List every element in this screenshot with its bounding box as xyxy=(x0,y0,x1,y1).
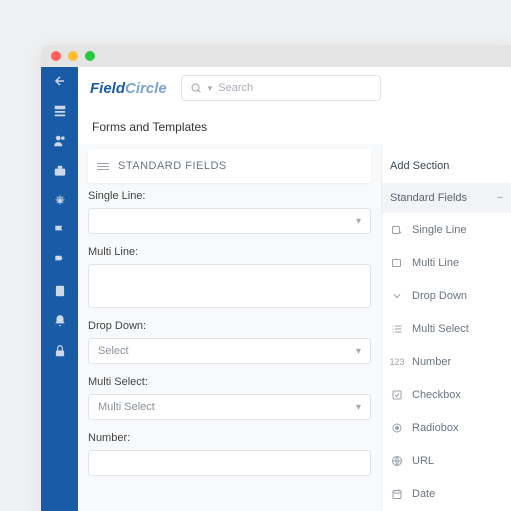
content: STANDARD FIELDS Single Line: ▾ Multi Lin… xyxy=(78,144,511,511)
radio-icon xyxy=(390,421,404,435)
topbar: FieldCircle ▾ xyxy=(78,67,511,109)
bell-icon[interactable] xyxy=(52,313,68,329)
checkbox-icon xyxy=(390,388,404,402)
dashboard-icon[interactable] xyxy=(52,103,68,119)
minus-icon[interactable]: − xyxy=(497,192,503,204)
multi-line-icon xyxy=(390,256,404,270)
dropdown-icon xyxy=(390,289,404,303)
flag-icon[interactable] xyxy=(52,223,68,239)
calendar-icon xyxy=(390,487,404,501)
field-type-url[interactable]: URL xyxy=(382,444,511,477)
field-label: Multi Line: xyxy=(88,246,371,258)
field-type-multi-line[interactable]: Multi Line xyxy=(382,246,511,279)
right-panel: Add Section Standard Fields − Single Lin… xyxy=(381,144,511,511)
section-title: STANDARD FIELDS xyxy=(118,160,227,172)
zoom-icon[interactable] xyxy=(85,51,95,61)
multiselect-icon xyxy=(390,322,404,336)
form-area: STANDARD FIELDS Single Line: ▾ Multi Lin… xyxy=(78,144,381,511)
number-icon: 123 xyxy=(390,355,404,369)
menu-icon xyxy=(97,163,109,170)
drop-down-select[interactable]: Select▾ xyxy=(88,338,371,364)
field-number: Number: xyxy=(78,432,381,488)
panel-title: Add Section xyxy=(382,149,511,183)
briefcase-icon[interactable] xyxy=(52,163,68,179)
section-header: STANDARD FIELDS xyxy=(88,149,371,183)
app-window: FieldCircle ▾ Forms and Templates STANDA… xyxy=(41,45,511,511)
globe-icon xyxy=(390,454,404,468)
field-type-multi-select[interactable]: Multi Select xyxy=(382,312,511,345)
chevron-down-icon[interactable]: ▾ xyxy=(208,83,213,94)
multi-line-input[interactable] xyxy=(88,264,371,308)
chevron-down-icon: ▾ xyxy=(356,216,361,227)
sidebar xyxy=(41,67,78,511)
chevron-down-icon: ▾ xyxy=(356,402,361,413)
panel-subtitle: Standard Fields xyxy=(390,192,467,204)
close-icon[interactable] xyxy=(51,51,61,61)
page-title: Forms and Templates xyxy=(78,109,511,144)
field-label: Drop Down: xyxy=(88,320,371,332)
field-label: Multi Select: xyxy=(88,376,371,388)
field-type-single-line[interactable]: Single Line xyxy=(382,213,511,246)
field-type-number[interactable]: 123Number xyxy=(382,345,511,378)
single-line-icon xyxy=(390,223,404,237)
document-icon[interactable] xyxy=(52,283,68,299)
search-box[interactable]: ▾ xyxy=(181,75,381,101)
chevron-down-icon: ▾ xyxy=(356,346,361,357)
field-type-date[interactable]: Date xyxy=(382,477,511,510)
brand-logo: FieldCircle xyxy=(90,80,167,97)
gear-icon[interactable] xyxy=(52,193,68,209)
single-line-select[interactable]: ▾ xyxy=(88,208,371,234)
field-type-radiobox[interactable]: Radiobox xyxy=(382,411,511,444)
main-area: FieldCircle ▾ Forms and Templates STANDA… xyxy=(78,67,511,511)
field-multi-select: Multi Select: Multi Select▾ xyxy=(78,376,381,432)
field-single-line: Single Line: ▾ xyxy=(78,190,381,246)
panel-subtitle-row[interactable]: Standard Fields − xyxy=(382,183,511,213)
field-type-checkbox[interactable]: Checkbox xyxy=(382,378,511,411)
lock-icon[interactable] xyxy=(52,343,68,359)
app-body: FieldCircle ▾ Forms and Templates STANDA… xyxy=(41,67,511,511)
back-icon[interactable] xyxy=(52,73,68,89)
field-label: Single Line: xyxy=(88,190,371,202)
field-drop-down: Drop Down: Select▾ xyxy=(78,320,381,376)
multi-select[interactable]: Multi Select▾ xyxy=(88,394,371,420)
title-bar xyxy=(41,45,511,67)
field-multi-line: Multi Line: xyxy=(78,246,381,320)
search-input[interactable] xyxy=(218,82,371,94)
people-icon[interactable] xyxy=(52,133,68,149)
field-label: Number: xyxy=(88,432,371,444)
search-icon xyxy=(190,82,202,94)
field-type-drop-down[interactable]: Drop Down xyxy=(382,279,511,312)
number-input[interactable] xyxy=(88,450,371,476)
flag2-icon[interactable] xyxy=(52,253,68,269)
minimize-icon[interactable] xyxy=(68,51,78,61)
